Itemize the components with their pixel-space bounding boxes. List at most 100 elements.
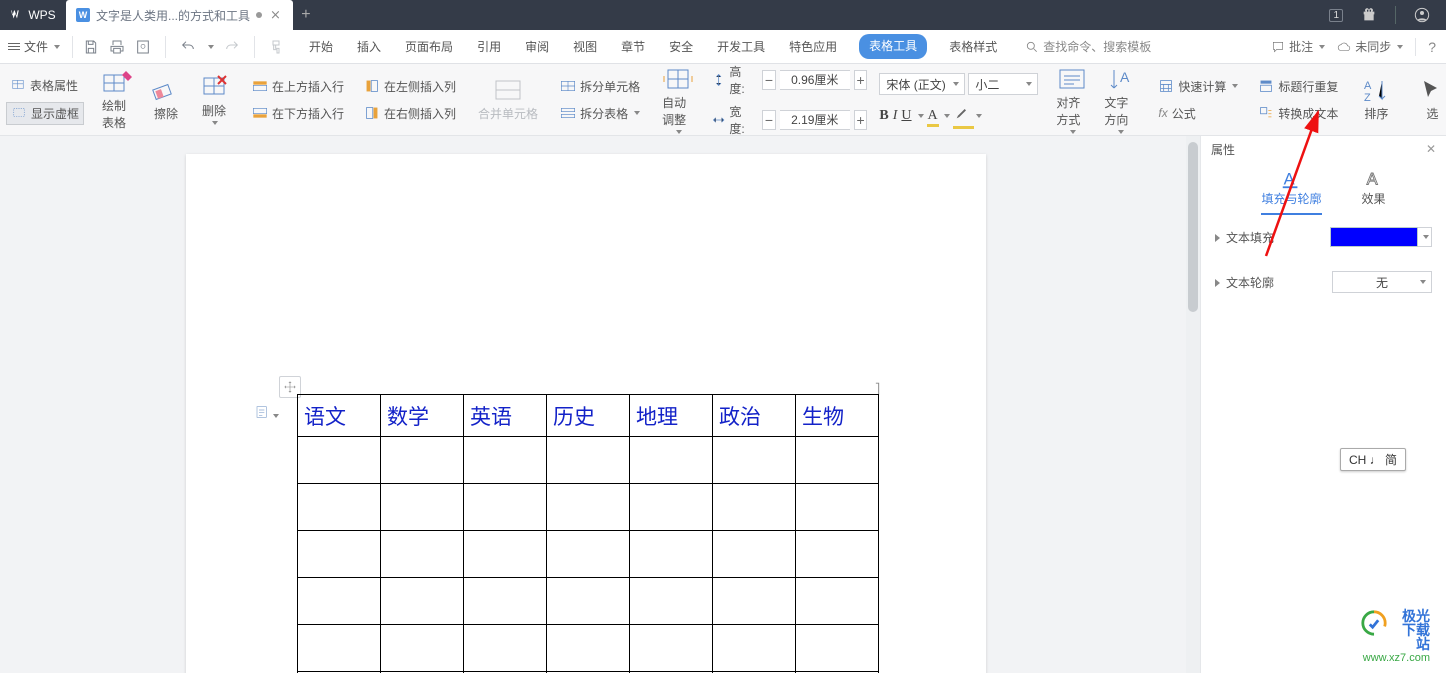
- tab-references[interactable]: 引用: [475, 34, 503, 59]
- table-cell[interactable]: [630, 484, 713, 531]
- bold-button[interactable]: B: [879, 108, 888, 124]
- table-cell[interactable]: [464, 484, 547, 531]
- header-row-repeat[interactable]: 标题行重复: [1254, 76, 1342, 97]
- tab-security[interactable]: 安全: [667, 34, 695, 59]
- save-icon[interactable]: [83, 39, 99, 55]
- increment-button[interactable]: +: [854, 110, 868, 130]
- sort[interactable]: AZ排序: [1354, 75, 1398, 124]
- font-name-select[interactable]: 宋体 (正文): [879, 73, 965, 95]
- select-partial[interactable]: 选: [1410, 75, 1446, 124]
- avatar-icon[interactable]: [1414, 7, 1430, 23]
- annotations-button[interactable]: 批注: [1271, 38, 1325, 55]
- paragraph-gutter-icon[interactable]: [255, 404, 279, 425]
- table-cell[interactable]: [298, 437, 381, 484]
- table-cell[interactable]: [464, 531, 547, 578]
- help-icon[interactable]: ?: [1428, 39, 1436, 55]
- chevron-down-icon[interactable]: [918, 114, 924, 118]
- header-cell[interactable]: 语文: [298, 395, 381, 437]
- gift-icon[interactable]: [1361, 7, 1377, 23]
- print-preview-icon[interactable]: [135, 39, 151, 55]
- split-cells[interactable]: 拆分单元格: [556, 76, 644, 97]
- insert-col-right[interactable]: 在右侧插入列: [360, 103, 460, 124]
- table-cell[interactable]: [547, 531, 630, 578]
- alignment[interactable]: 对齐方式: [1050, 64, 1094, 136]
- vertical-scrollbar[interactable]: [1186, 136, 1200, 673]
- file-menu[interactable]: 文件: [0, 38, 68, 55]
- table-cell[interactable]: [630, 437, 713, 484]
- table-cell[interactable]: [381, 437, 464, 484]
- autofit[interactable]: 自动调整: [656, 64, 700, 136]
- document-tab[interactable]: W 文字是人类用...的方式和工具 ⨯: [66, 0, 293, 30]
- table-properties[interactable]: 表格属性: [6, 75, 84, 96]
- insert-row-above[interactable]: 在上方插入行: [248, 76, 348, 97]
- new-tab-button[interactable]: +: [293, 6, 319, 24]
- tab-view[interactable]: 视图: [571, 34, 599, 59]
- tab-effect[interactable]: A 效果: [1362, 168, 1386, 215]
- tab-page-layout[interactable]: 页面布局: [403, 34, 455, 59]
- tab-chapter[interactable]: 章节: [619, 34, 647, 59]
- header-cell[interactable]: 地理: [630, 395, 713, 437]
- quick-calc[interactable]: 快速计算: [1154, 76, 1242, 97]
- table-cell[interactable]: [547, 484, 630, 531]
- formula[interactable]: fx公式: [1154, 103, 1242, 124]
- tab-dev[interactable]: 开发工具: [715, 34, 767, 59]
- table-cell[interactable]: [464, 578, 547, 625]
- table-cell[interactable]: [713, 578, 796, 625]
- chevron-down-icon[interactable]: [208, 45, 214, 49]
- expand-icon[interactable]: [1215, 234, 1220, 242]
- table-cell[interactable]: [464, 625, 547, 672]
- font-color-button[interactable]: A: [928, 108, 938, 124]
- table-cell[interactable]: [796, 625, 879, 672]
- height-input[interactable]: [780, 70, 850, 90]
- table-cell[interactable]: [796, 578, 879, 625]
- tab-table-style[interactable]: 表格样式: [947, 34, 999, 59]
- document-table[interactable]: 语文数学英语历史地理政治生物: [297, 394, 879, 673]
- table-cell[interactable]: [796, 437, 879, 484]
- convert-to-text[interactable]: 转换成文本: [1254, 103, 1342, 124]
- insert-col-left[interactable]: 在左侧插入列: [360, 76, 460, 97]
- table-cell[interactable]: [298, 578, 381, 625]
- table-cell[interactable]: [630, 578, 713, 625]
- table-cell[interactable]: [298, 484, 381, 531]
- tab-review[interactable]: 审阅: [523, 34, 551, 59]
- table-cell[interactable]: [796, 531, 879, 578]
- decrement-button[interactable]: −: [762, 110, 776, 130]
- table-cell[interactable]: [381, 578, 464, 625]
- text-direction[interactable]: A文字方向: [1098, 64, 1142, 136]
- insert-row-below[interactable]: 在下方插入行: [248, 103, 348, 124]
- table-cell[interactable]: [381, 625, 464, 672]
- tab-fill-outline[interactable]: A 填充与轮廓: [1261, 168, 1321, 215]
- table-cell[interactable]: [713, 531, 796, 578]
- increment-button[interactable]: +: [854, 70, 868, 90]
- tab-start[interactable]: 开始: [307, 34, 335, 59]
- eraser[interactable]: 擦除: [144, 75, 188, 124]
- tab-close-icon[interactable]: ⨯: [268, 7, 283, 23]
- scroll-thumb[interactable]: [1188, 142, 1198, 312]
- table-cell[interactable]: [381, 531, 464, 578]
- table-cell[interactable]: [547, 625, 630, 672]
- table-cell[interactable]: [298, 531, 381, 578]
- header-cell[interactable]: 英语: [464, 395, 547, 437]
- table-cell[interactable]: [298, 625, 381, 672]
- print-icon[interactable]: [109, 39, 125, 55]
- table-cell[interactable]: [713, 437, 796, 484]
- table-cell[interactable]: [630, 531, 713, 578]
- col-width[interactable]: 宽度: − +: [712, 103, 867, 137]
- command-search[interactable]: 查找命令、搜索模板: [1025, 38, 1151, 55]
- delete[interactable]: 删除: [192, 72, 236, 127]
- fill-color-swatch[interactable]: [1330, 227, 1418, 247]
- table-cell[interactable]: [547, 437, 630, 484]
- expand-icon[interactable]: [1215, 279, 1220, 287]
- undo-icon[interactable]: [180, 39, 196, 55]
- tab-special[interactable]: 特色应用: [787, 34, 839, 59]
- notification-badge[interactable]: 1: [1329, 9, 1343, 22]
- table-cell[interactable]: [713, 484, 796, 531]
- tab-insert[interactable]: 插入: [355, 34, 383, 59]
- header-cell[interactable]: 政治: [713, 395, 796, 437]
- split-table[interactable]: 拆分表格: [556, 103, 644, 124]
- table-cell[interactable]: [713, 625, 796, 672]
- row-height[interactable]: 高度: − +: [712, 63, 867, 97]
- chevron-down-icon[interactable]: [944, 114, 950, 118]
- close-icon[interactable]: ✕: [1426, 142, 1436, 156]
- font-size-select[interactable]: 小二: [968, 73, 1038, 95]
